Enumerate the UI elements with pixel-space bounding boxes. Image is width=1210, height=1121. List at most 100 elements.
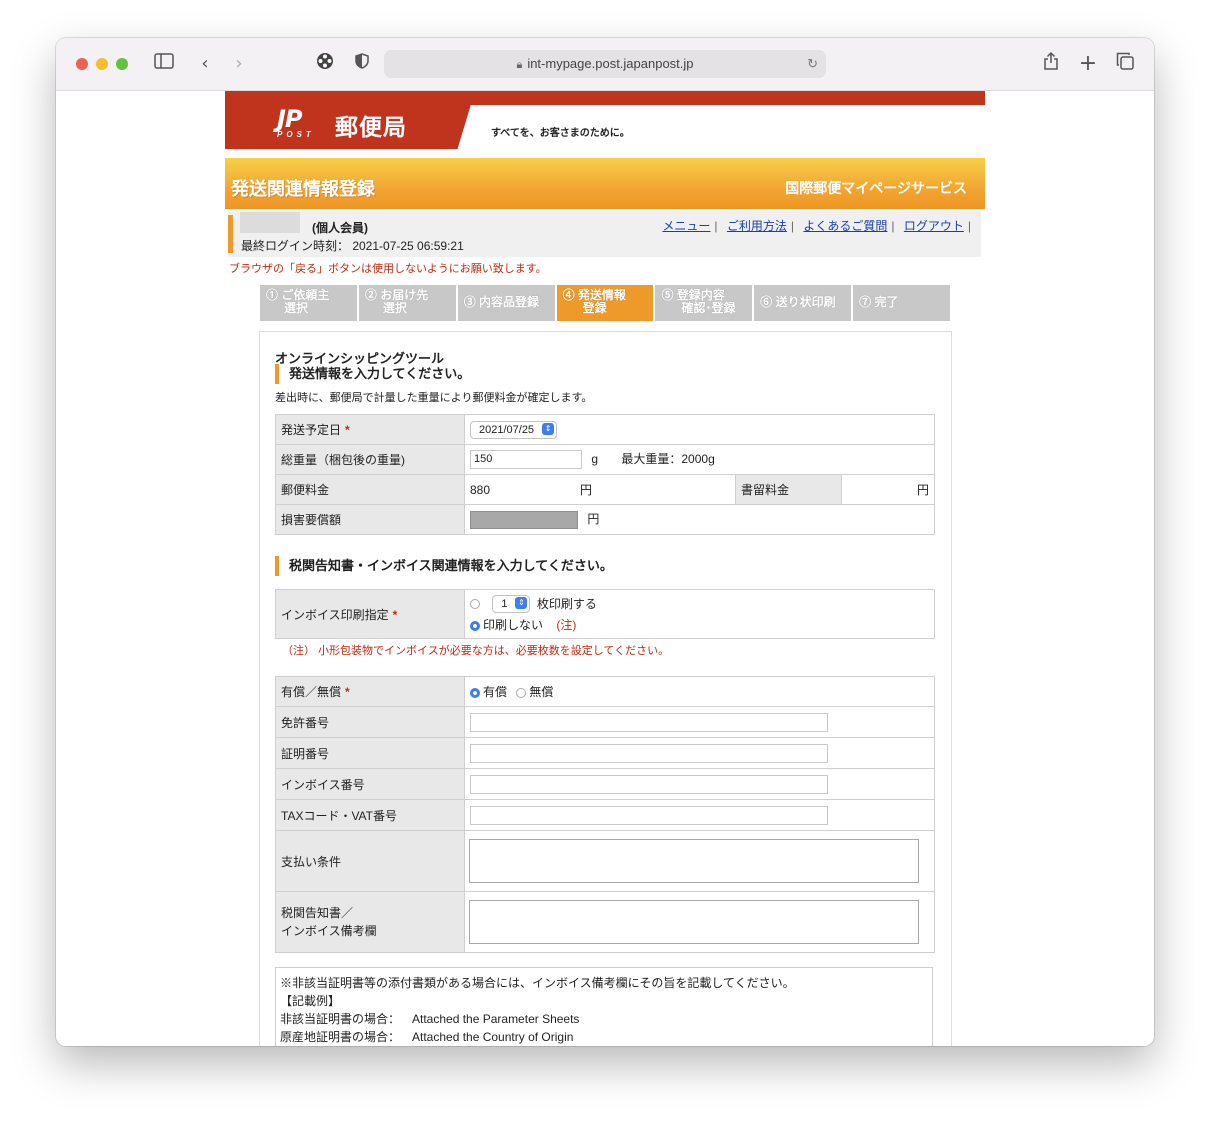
label-text: インボイス印刷指定 <box>281 607 389 622</box>
logout-link[interactable]: ログアウト <box>904 219 964 233</box>
zoom-window-button[interactable] <box>116 58 128 70</box>
link-separator: | <box>967 219 971 233</box>
tax-cell <box>464 799 935 831</box>
remarks-textarea[interactable] <box>469 900 919 944</box>
info-example-label: 原産地証明書の場合： <box>280 1030 401 1044</box>
forward-icon[interactable]: › <box>227 52 251 76</box>
cert-label: 証明番号 <box>275 737 465 769</box>
remarks-label: 税関告知書／ インボイス備考欄 <box>275 891 465 953</box>
ship-date-label: 発送予定日 * <box>275 414 465 445</box>
usage-guide-link[interactable]: ご利用方法 <box>727 219 787 233</box>
invoice-print-cell: 1 ⇕ 枚印刷する 印刷しない (注) <box>464 589 935 639</box>
invoice-no-row: インボイス番号 <box>275 768 935 800</box>
paid-row: 有償／無償 * 有償 無償 <box>275 676 935 707</box>
invoice-details-table: 有償／無償 * 有償 無償 免許番号 証明番号 インボイス番号 TAXコード・V… <box>275 676 935 953</box>
registered-fee-label: 書留料金 <box>735 474 842 505</box>
menu-link[interactable]: メニュー <box>662 219 710 233</box>
step-label: ① ご依頼主 <box>266 288 330 302</box>
ship-date-select[interactable]: 2021/07/25 ⇕ <box>470 420 558 439</box>
step-6: ⑥ 送り状印刷 <box>752 285 851 321</box>
registered-fee-cell: 円 <box>841 474 935 505</box>
close-window-button[interactable] <box>76 58 88 70</box>
info-example-value: Attached the Country of Origin <box>412 1030 574 1044</box>
step-label: ③ 内容品登録 <box>463 295 540 309</box>
sidebar-icon[interactable] <box>152 52 176 76</box>
header-links: メニュー | ご利用方法 | よくあるご質問 | ログアウト | <box>662 217 977 234</box>
damage-row: 損害要償額 円 <box>275 504 935 535</box>
cert-input[interactable] <box>470 743 828 763</box>
info-example-label: 非該当証明書の場合： <box>280 1012 401 1026</box>
max-weight: 最大重量：2000g <box>621 451 715 466</box>
select-value: 2021/07/25 <box>479 423 535 436</box>
step-3: ③ 内容品登録 <box>455 285 555 321</box>
member-accent-bar <box>228 215 233 253</box>
weight-label: 総重量（梱包後の重量) <box>275 444 465 475</box>
info-example-value: Attached the Parameter Sheets <box>412 1012 580 1026</box>
payment-terms-textarea[interactable] <box>469 839 919 883</box>
section-heading-customs: 税関告知書・インボイス関連情報を入力してください。 <box>275 556 613 576</box>
license-input[interactable] <box>470 712 828 732</box>
step-2: ② お届け先 選択 <box>356 285 456 321</box>
invoice-print-table: インボイス印刷指定 * 1 ⇕ 枚印刷する 印刷しない (注) <box>275 589 935 639</box>
link-separator: | <box>714 219 718 233</box>
lock-icon: 🔒︎ <box>516 59 523 71</box>
invoice-print-row: インボイス印刷指定 * 1 ⇕ 枚印刷する 印刷しない (注) <box>275 589 935 639</box>
invoice-no-input[interactable] <box>470 774 828 794</box>
invoice-copies-select[interactable]: 1 ⇕ <box>492 595 531 614</box>
print-copies-option: 1 ⇕ 枚印刷する <box>470 595 929 614</box>
free-radio[interactable] <box>516 687 527 698</box>
postage-yen: 円 <box>580 483 593 497</box>
chevron-updown-icon: ⇕ <box>515 597 528 610</box>
new-tab-icon[interactable]: + <box>1076 52 1100 76</box>
paid-text: 有償 <box>483 685 508 699</box>
postage-label: 郵便料金 <box>275 474 465 505</box>
jp-logo-mark: JP <box>277 105 303 133</box>
invoice-no-label: インボイス番号 <box>275 768 465 800</box>
no-print-radio[interactable] <box>470 621 480 632</box>
faq-link[interactable]: よくあるご質問 <box>803 219 887 233</box>
weight-cell: 150 g 最大重量：2000g <box>464 444 935 475</box>
label-text: 有償／無償 <box>281 685 342 699</box>
remarks-cell <box>464 891 935 953</box>
member-type: (個人会員) <box>312 221 368 235</box>
print-copies-radio[interactable] <box>470 599 480 610</box>
site-logo-name: 郵便局 <box>335 114 407 140</box>
step-label: ⑥ 送り状印刷 <box>760 295 836 309</box>
step-label: 選択 <box>284 301 309 315</box>
damage-amount-redacted <box>470 510 578 529</box>
paid-radio[interactable] <box>470 687 480 698</box>
invoice-print-label: インボイス印刷指定 * <box>275 589 465 639</box>
weight-input[interactable]: 150 <box>470 450 582 470</box>
web-content: JP POST 郵便局 すべてを、お客さまのために。 発送関連情報登録 国際郵便… <box>56 91 1154 1046</box>
tabs-overview-icon[interactable] <box>1113 52 1137 76</box>
back-icon[interactable]: ‹ <box>193 52 217 76</box>
extension-icon[interactable] <box>313 52 337 76</box>
postage-cell: 880 円 <box>464 474 736 505</box>
ship-date-cell: 2021/07/25 ⇕ <box>464 414 935 445</box>
required-mark: * <box>345 685 350 699</box>
no-print-option: 印刷しない (注) <box>470 616 929 633</box>
site-header: JP POST 郵便局 すべてを、お客さまのために。 <box>225 91 985 149</box>
address-bar[interactable]: 🔒︎ int-mypage.post.japanpost.jp ↻ <box>384 50 826 78</box>
reload-icon[interactable]: ↻ <box>807 50 818 78</box>
share-icon[interactable] <box>1039 51 1063 76</box>
label-text: 税関告知書／ <box>281 906 354 920</box>
ship-date-row: 発送予定日 * 2021/07/25 ⇕ <box>275 414 935 445</box>
info-line: 【記載例】 <box>280 994 341 1008</box>
info-line: ※非該当証明書等の添付書類がある場合には、インボイス備考欄にその旨を記載してくだ… <box>280 976 795 990</box>
tax-input[interactable] <box>470 805 828 825</box>
payment-terms-label: 支払い条件 <box>275 830 465 892</box>
info-example-row: 原産地証明書の場合： Attached the Country of Origin <box>280 1028 928 1046</box>
minimize-window-button[interactable] <box>96 58 108 70</box>
weight-note: 差出時に、郵便局で計量した重量により郵便料金が確定します。 <box>275 392 593 404</box>
info-example-row: 非該当証明書の場合： Attached the Parameter Sheets <box>280 1010 928 1028</box>
paid-cell: 有償 無償 <box>464 676 935 707</box>
weight-row: 総重量（梱包後の重量) 150 g 最大重量：2000g <box>275 444 935 475</box>
step-label: 選択 <box>382 301 407 315</box>
registered-yen: 円 <box>916 483 929 497</box>
tax-label: TAXコード・VAT番号 <box>275 799 465 831</box>
required-mark: * <box>345 423 350 437</box>
privacy-shield-icon[interactable] <box>350 52 374 76</box>
postage-value: 880 <box>470 483 491 497</box>
payment-terms-row: 支払い条件 <box>275 830 935 892</box>
